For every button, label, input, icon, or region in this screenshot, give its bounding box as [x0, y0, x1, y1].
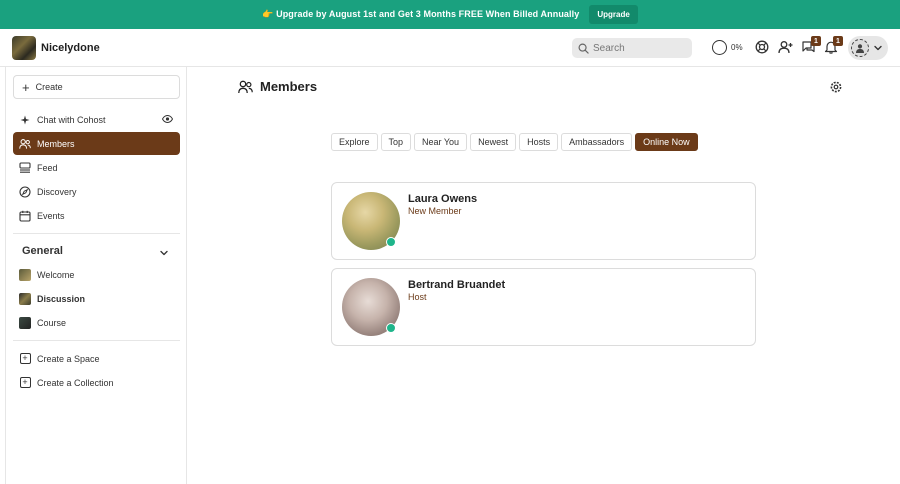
user-icon	[856, 44, 864, 53]
tab-top[interactable]: Top	[380, 133, 412, 151]
sidebar-item-label: Chat with Cohost	[37, 114, 106, 125]
member-name[interactable]: Bertrand Bruandet	[408, 279, 505, 291]
progress-percent: 0%	[731, 43, 743, 52]
create-label: Create	[35, 82, 63, 92]
search-icon	[578, 43, 589, 54]
avatar	[851, 39, 869, 57]
progress-ring-icon	[712, 40, 727, 55]
banner-text: 👉 Upgrade by August 1st and Get 3 Months…	[262, 9, 580, 19]
community-brand[interactable]: Nicelydone	[12, 36, 100, 60]
onboarding-progress[interactable]	[712, 40, 727, 55]
sidebar-item-members[interactable]: Members	[13, 132, 180, 155]
upgrade-banner: 👉 Upgrade by August 1st and Get 3 Months…	[0, 0, 900, 29]
sparkle-icon	[19, 114, 31, 126]
search-input[interactable]	[593, 42, 683, 54]
sidebar-item-feed[interactable]: Feed	[13, 156, 180, 179]
messages-button[interactable]: 1	[801, 36, 821, 54]
notifications-button[interactable]: 1	[824, 36, 843, 54]
sidebar-item-label: Course	[37, 317, 67, 328]
sidebar-item-label: Create a Collection	[37, 377, 114, 388]
chevron-down-icon[interactable]	[159, 245, 169, 263]
members-icon	[238, 80, 253, 93]
add-user-icon	[778, 41, 793, 54]
sidebar-item-label: Create a Space	[37, 353, 100, 364]
sidebar-space-discussion[interactable]: Discussion	[13, 287, 180, 310]
member-card[interactable]: Bertrand Bruandet Host	[331, 268, 756, 346]
space-thumbnail	[19, 292, 31, 305]
online-indicator	[386, 237, 396, 247]
create-collection-button[interactable]: + Create a Collection	[13, 371, 180, 394]
tab-ambassadors[interactable]: Ambassadors	[561, 133, 633, 151]
invite-members-button[interactable]	[778, 40, 793, 54]
space-thumbnail	[19, 316, 31, 329]
member-name[interactable]: Laura Owens	[408, 193, 477, 205]
sidebar-item-label: Events	[37, 210, 65, 221]
sidebar-item-label: Discovery	[37, 186, 77, 197]
eye-icon[interactable]	[161, 114, 174, 125]
messages-badge: 1	[811, 36, 821, 46]
community-name: Nicelydone	[41, 42, 100, 54]
member-filter-tabs: Explore Top Near You Newest Hosts Ambass…	[331, 133, 701, 151]
members-settings-button[interactable]	[830, 80, 842, 98]
square-plus-icon: +	[19, 353, 31, 364]
sidebar-item-label: Feed	[37, 162, 58, 173]
sidebar-item-events[interactable]: Events	[13, 204, 180, 227]
tab-near-you[interactable]: Near You	[414, 133, 468, 151]
member-role: New Member	[408, 206, 462, 216]
help-button[interactable]	[755, 40, 769, 54]
compass-icon	[19, 185, 31, 198]
space-thumbnail	[19, 268, 31, 281]
feed-icon	[19, 162, 31, 174]
member-card[interactable]: Laura Owens New Member	[331, 182, 756, 260]
square-plus-icon: +	[19, 377, 31, 388]
tab-hosts[interactable]: Hosts	[519, 133, 559, 151]
sidebar-item-label: Welcome	[37, 269, 75, 280]
sidebar-item-label: Members	[37, 138, 75, 149]
notifications-badge: 1	[833, 36, 843, 46]
members-icon	[19, 138, 31, 150]
lifebuoy-icon	[755, 40, 769, 54]
profile-menu[interactable]	[848, 36, 888, 60]
sidebar-item-label: Discussion	[37, 293, 86, 304]
plus-icon: +	[22, 79, 30, 95]
upgrade-button[interactable]: Upgrade	[589, 5, 638, 24]
chevron-down-icon	[874, 45, 882, 51]
tab-newest[interactable]: Newest	[470, 133, 517, 151]
gear-icon	[830, 81, 842, 93]
sidebar-divider	[13, 340, 180, 341]
sidebar: + Create Chat with Cohost Members Feed D…	[5, 67, 187, 484]
search-box[interactable]	[572, 38, 692, 58]
create-button[interactable]: + Create	[13, 75, 180, 99]
member-role: Host	[408, 292, 427, 302]
sidebar-item-discovery[interactable]: Discovery	[13, 180, 180, 203]
top-header: Nicelydone 0%	[0, 29, 900, 67]
sidebar-divider	[13, 233, 180, 234]
tab-online-now[interactable]: Online Now	[635, 133, 698, 151]
create-space-button[interactable]: + Create a Space	[13, 347, 180, 370]
page-title: Members	[238, 79, 317, 94]
sidebar-space-welcome[interactable]: Welcome	[13, 263, 180, 286]
section-title-general[interactable]: General	[22, 245, 63, 257]
sidebar-space-course[interactable]: Course	[13, 311, 180, 334]
community-logo	[12, 36, 36, 60]
page-title-text: Members	[260, 79, 318, 94]
tab-explore[interactable]: Explore	[331, 133, 378, 151]
sidebar-item-chat-with-cohost[interactable]: Chat with Cohost	[13, 108, 180, 131]
online-indicator	[386, 323, 396, 333]
calendar-icon	[19, 210, 31, 222]
